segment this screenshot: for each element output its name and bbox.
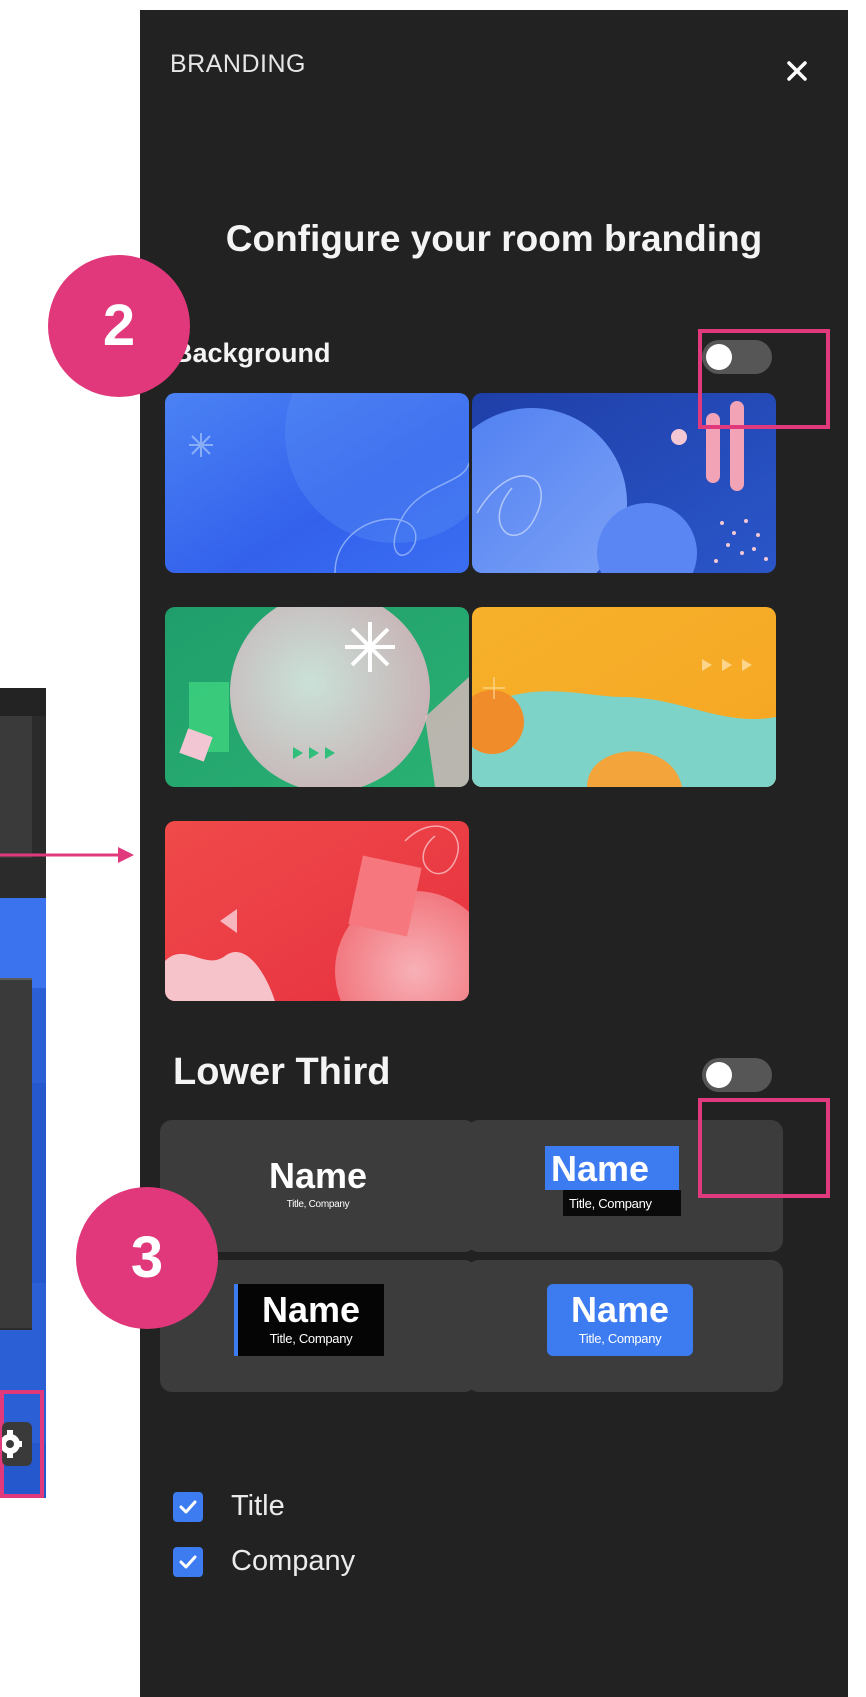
lower-third-toggle-knob [706,1062,732,1088]
lower-third-template-blue-subtitle: Title, Company [578,1331,662,1346]
lower-third-template-blue-box: Name Title, Company [547,1284,693,1356]
lower-third-template-blue[interactable]: Name Title, Company [467,1260,783,1392]
left-app-window-contents [0,688,46,1498]
company-checkbox-label: Company [231,1545,356,1577]
background-thumbnail-blue[interactable] [165,393,469,573]
lower-third-template-dark-bar-box: Name Title, Company [234,1284,384,1356]
lower-third-toggle[interactable] [702,1058,772,1092]
lower-third-template-dark-bar-name: Name [261,1289,361,1330]
lower-third-section-label: Lower Third [173,1051,391,1093]
step-2-badge: 2 [48,255,190,397]
close-icon[interactable] [780,54,814,88]
lower-third-template-plain-subtitle: Title, Company [286,1199,350,1210]
title-checkbox[interactable] [173,1492,203,1522]
step-3-badge: 3 [76,1187,218,1329]
title-checkbox-label: Title [231,1490,285,1522]
lower-third-template-highlight-subtitle-box: Title, Company [563,1190,681,1216]
lower-third-template-dark-bar-subtitle: Title, Company [269,1331,353,1346]
lower-third-template-blue-name: Name [570,1289,670,1330]
lower-third-template-highlight-name: Name [551,1148,650,1189]
lower-third-template-plain-name: Name [268,1155,368,1196]
background-thumbnail-yellow[interactable] [472,607,776,787]
left-app-window [0,688,46,1498]
panel-heading: Configure your room branding [225,218,763,259]
background-thumbnail-green[interactable] [165,607,469,787]
screenshot: BRANDING Configure your room branding Ba… [0,0,866,1697]
branding-panel: BRANDING Configure your room branding Ba… [140,10,848,1697]
lower-third-toggle-highlight-box [698,1098,830,1198]
settings-gear-icon[interactable] [2,1420,42,1468]
background-toggle-highlight-box [698,329,830,429]
background-thumbnail-red[interactable] [165,821,469,1001]
background-section-label: Background [173,338,331,368]
company-checkbox[interactable] [173,1547,203,1577]
pointer-arrow [0,847,134,863]
checkmark-icon [179,1555,197,1569]
panel-header-label: BRANDING [170,50,306,78]
lower-third-template-highlight-subtitle: Title, Company [569,1196,652,1211]
checkmark-icon [179,1500,197,1514]
lower-third-template-highlight-name-box: Name [545,1146,679,1190]
